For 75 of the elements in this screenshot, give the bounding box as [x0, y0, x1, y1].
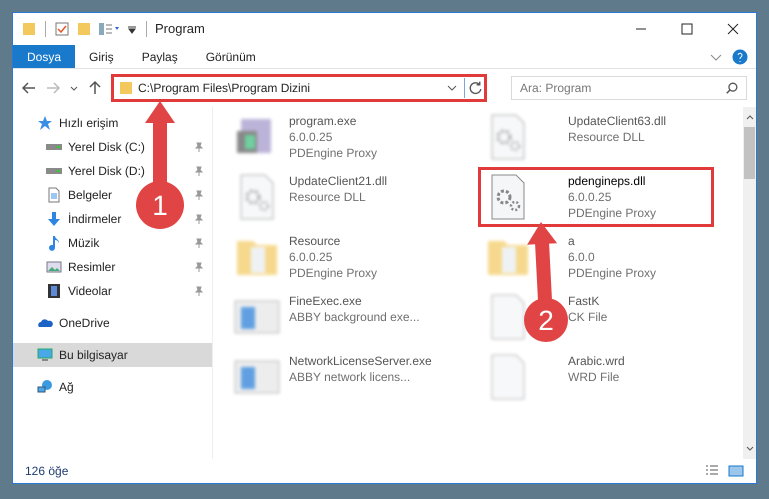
file-detail: PDEngine Proxy [289, 265, 378, 281]
sidebar-item[interactable]: Belgeler [68, 186, 112, 204]
file-name: FastK [568, 293, 600, 309]
film-icon [46, 283, 62, 299]
file-detail: Resource DLL [568, 129, 646, 145]
up-icon[interactable] [87, 80, 103, 96]
file-detail: 6.0.0.25 [289, 249, 334, 265]
file-detail: PDEngine Proxy [568, 265, 656, 281]
pin-icon[interactable] [194, 262, 204, 272]
down-arrow-icon [46, 211, 62, 227]
file-detail: ABBY network licens... [289, 369, 412, 385]
file-tile[interactable]: pdengineps.dll 6.0.0.25 PDEngine Proxy [480, 169, 712, 225]
file-detail: 6.0.0 [568, 249, 596, 265]
drive-icon [46, 144, 62, 150]
pin-icon[interactable] [194, 142, 204, 152]
pin-icon[interactable] [194, 166, 204, 176]
selected-row[interactable]: Bu bilgisayar [13, 343, 212, 367]
sidebar-item[interactable]: Hızlı erişim [59, 114, 118, 132]
file-name: Resource [289, 233, 342, 249]
file-name: FineExec.exe [289, 293, 363, 309]
sidebar-item[interactable]: Videolar [68, 282, 112, 300]
file-name: UpdateClient63.dll [568, 113, 666, 129]
checklist-icon[interactable] [54, 21, 70, 37]
drive-icon [46, 168, 62, 174]
pin-icon[interactable] [194, 214, 204, 224]
help-icon[interactable] [732, 48, 748, 64]
file-detail: PDEngine Proxy [289, 145, 378, 161]
address-path: C:\Program Files\Program Dizini [138, 80, 312, 97]
sidebar-item[interactable]: OneDrive [59, 314, 110, 332]
sidebar-item[interactable]: Resimler [68, 258, 116, 276]
file-detail: 6.0.0.25 [568, 189, 612, 205]
star-icon [37, 115, 53, 131]
pin-icon[interactable] [194, 286, 204, 296]
file-detail: 6.0.0.25 [289, 129, 334, 145]
back-icon[interactable] [21, 80, 37, 96]
file-name: UpdateClient21.dll [289, 173, 388, 189]
file-name: program.exe [289, 113, 358, 129]
numbered-arrow-callout: 2 [524, 222, 568, 342]
music-note-icon [46, 235, 62, 251]
sidebar-item[interactable]: İndirmeler [68, 210, 122, 228]
folder-icon [118, 80, 134, 96]
search-icon [725, 81, 739, 95]
file-detail: ABBY background exe... [289, 309, 420, 325]
network-icon [37, 379, 53, 395]
sidebar-item[interactable]: Yerel Disk (C:) [68, 138, 145, 156]
file-detail: CK File [568, 309, 608, 325]
tiles-view-icon[interactable] [728, 463, 744, 479]
ribbon-tab[interactable]: Paylaş [128, 45, 192, 68]
sidebar-item[interactable]: Bu bilgisayar [59, 346, 128, 364]
file-name: pdengineps.dll [568, 173, 646, 189]
picture-icon [46, 259, 62, 275]
window-title: Program [155, 20, 205, 38]
file-name: a [568, 233, 576, 249]
pin-icon[interactable] [194, 238, 204, 248]
monitor-icon [37, 347, 53, 363]
sidebar-item[interactable]: Yerel Disk (D:) [68, 162, 145, 180]
file-detail: WRD File [568, 369, 620, 385]
file-name: NetworkLicenseServer.exe [289, 353, 432, 369]
properties-icon[interactable] [98, 21, 122, 37]
document-icon [46, 187, 62, 203]
scrollbar[interactable] [743, 107, 756, 459]
ribbon-tab[interactable]: Dosya [13, 45, 76, 68]
file-detail: PDEngine Proxy [568, 205, 656, 221]
search-field[interactable]: Ara: Program [511, 76, 747, 100]
file-detail: Resource DLL [289, 189, 367, 205]
sidebar-item[interactable]: Müzik [68, 234, 100, 252]
ribbon-tab[interactable]: Giriş [75, 45, 128, 68]
sidebar-item[interactable]: Ağ [59, 378, 74, 396]
ribbon-tab[interactable]: Görünüm [192, 45, 270, 68]
file-name: Arabic.wrd [568, 353, 625, 369]
item-count: 126 öğe [25, 463, 68, 480]
scrollbar-thumb[interactable] [744, 127, 755, 179]
pin-icon[interactable] [194, 190, 204, 200]
address-bar[interactable]: C:\Program Files\Program Dizini [111, 74, 487, 102]
refresh-icon[interactable] [464, 78, 484, 98]
